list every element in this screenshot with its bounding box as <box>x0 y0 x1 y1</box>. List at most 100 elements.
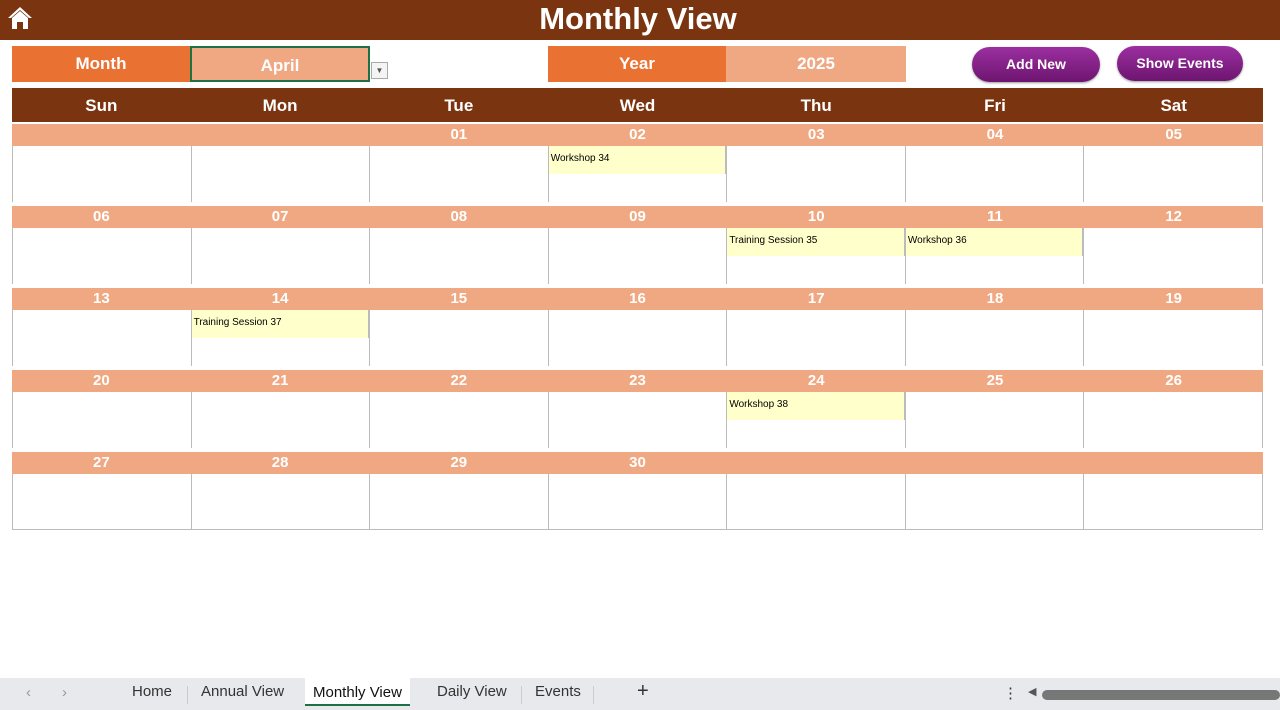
tab-monthly-view[interactable]: Monthly View <box>305 678 410 706</box>
day-number: 07 <box>271 208 289 225</box>
day-cell[interactable] <box>13 310 192 366</box>
day-number: 13 <box>93 290 110 307</box>
day-number: 20 <box>93 372 110 389</box>
events-row: Workshop 38 <box>12 392 1264 448</box>
dropdown-arrow-icon[interactable]: ▼ <box>371 62 388 79</box>
day-cell[interactable] <box>1084 392 1264 448</box>
day-cell[interactable] <box>13 228 192 284</box>
day-cell[interactable] <box>370 228 549 284</box>
weekday-tue: Tue <box>444 96 474 115</box>
add-sheet-button[interactable]: + <box>637 680 649 703</box>
day-cell[interactable] <box>906 310 1085 366</box>
day-cell[interactable] <box>727 474 906 529</box>
day-cell[interactable] <box>13 146 192 202</box>
day-number: 06 <box>93 208 110 225</box>
day-number: 10 <box>807 208 825 225</box>
weekday-wed: Wed <box>619 96 656 115</box>
event-item[interactable]: Training Session 35 <box>727 228 905 256</box>
day-cell[interactable] <box>192 392 371 448</box>
weekday-header: Sun Mon Tue Wed Thu Fri Sat <box>12 88 1263 122</box>
day-cell[interactable] <box>192 228 371 284</box>
day-cell[interactable] <box>13 474 192 529</box>
day-cell[interactable] <box>370 310 549 366</box>
date-row: 13 14 15 16 17 18 19 <box>12 288 1263 310</box>
year-input[interactable]: 2025 <box>726 46 906 82</box>
day-cell[interactable] <box>370 146 549 202</box>
day-cell[interactable] <box>192 474 371 529</box>
date-row: 01 02 03 04 05 <box>12 124 1263 146</box>
event-item[interactable]: Workshop 38 <box>727 392 905 420</box>
day-cell[interactable] <box>192 146 371 202</box>
event-item[interactable]: Workshop 36 <box>905 228 1084 256</box>
day-number: 26 <box>1165 372 1183 389</box>
day-number <box>727 452 906 474</box>
day-cell[interactable] <box>727 310 906 366</box>
day-cell[interactable] <box>549 310 728 366</box>
day-cell[interactable] <box>549 474 728 529</box>
day-number: 19 <box>1165 290 1183 307</box>
next-sheet-icon[interactable]: › <box>62 684 67 701</box>
day-cell[interactable]: Workshop 34 <box>548 146 728 202</box>
tab-home[interactable]: Home <box>132 683 172 700</box>
tab-divider <box>593 686 594 704</box>
week-row: 06 07 08 09 10 11 12 Training Session 35 Worksho… <box>12 206 1264 286</box>
day-cell[interactable] <box>549 228 728 284</box>
day-number: 14 <box>271 290 289 307</box>
day-cell[interactable] <box>906 474 1085 529</box>
day-cell[interactable] <box>1084 474 1264 529</box>
day-number <box>1084 452 1263 474</box>
events-row: Workshop 34 <box>12 146 1264 202</box>
tab-annual-view[interactable]: Annual View <box>201 683 284 700</box>
day-cell[interactable] <box>370 392 549 448</box>
week-row: 27 28 29 30 <box>12 452 1264 532</box>
scroll-left-icon[interactable]: ◀ <box>1028 685 1036 698</box>
tab-daily-view[interactable]: Daily View <box>437 683 507 700</box>
day-number <box>906 452 1085 474</box>
day-cell[interactable] <box>727 146 906 202</box>
add-new-button[interactable]: Add New <box>972 47 1100 82</box>
more-options-icon[interactable]: ⋮ <box>1003 684 1018 702</box>
day-number <box>191 124 370 146</box>
day-cell[interactable]: Workshop 38 <box>727 392 906 448</box>
day-number: 11 <box>987 208 1003 225</box>
date-row: 20 21 22 23 24 25 26 <box>12 370 1263 392</box>
day-number: 05 <box>1165 126 1183 143</box>
day-cell[interactable] <box>1084 146 1264 202</box>
day-cell[interactable]: Training Session 35 <box>727 228 906 284</box>
event-item[interactable]: Training Session 37 <box>191 310 370 338</box>
day-cell[interactable] <box>549 392 728 448</box>
show-events-button[interactable]: Show Events <box>1117 46 1243 81</box>
weekday-sun: Sun <box>85 96 118 115</box>
day-number: 24 <box>807 372 825 389</box>
week-row: 01 02 03 04 05 Workshop 34 <box>12 124 1264 204</box>
tab-events[interactable]: Events <box>535 683 581 700</box>
day-cell[interactable] <box>1084 310 1264 366</box>
day-cell[interactable] <box>906 146 1085 202</box>
day-number: 22 <box>450 372 468 389</box>
day-cell[interactable] <box>906 392 1085 448</box>
day-cell[interactable] <box>13 392 192 448</box>
event-item[interactable]: Workshop 34 <box>548 146 727 174</box>
weekday-mon: Mon <box>262 96 298 115</box>
day-cell[interactable]: Training Session 37 <box>191 310 371 366</box>
weekday-sat: Sat <box>1160 96 1187 115</box>
day-number: 18 <box>986 290 1004 307</box>
weekday-thu: Thu <box>800 96 832 115</box>
events-row: Training Session 37 <box>12 310 1264 366</box>
tab-divider <box>521 686 522 704</box>
page-title: Monthly View <box>539 1 737 36</box>
events-row: Training Session 35 Workshop 36 <box>12 228 1264 284</box>
year-label: Year <box>548 46 726 82</box>
day-cell[interactable] <box>1084 228 1264 284</box>
day-cell[interactable]: Workshop 36 <box>905 228 1085 284</box>
date-row: 27 28 29 30 <box>12 452 1263 474</box>
day-number <box>12 124 191 146</box>
events-row <box>12 474 1264 530</box>
day-cell[interactable] <box>370 474 549 529</box>
prev-sheet-icon[interactable]: ‹ <box>26 684 31 701</box>
day-number: 15 <box>450 290 468 307</box>
horizontal-scrollbar[interactable] <box>1042 690 1280 700</box>
date-row: 06 07 08 09 10 11 12 <box>12 206 1263 228</box>
day-number: 17 <box>807 290 825 307</box>
month-select[interactable]: April <box>190 46 370 82</box>
